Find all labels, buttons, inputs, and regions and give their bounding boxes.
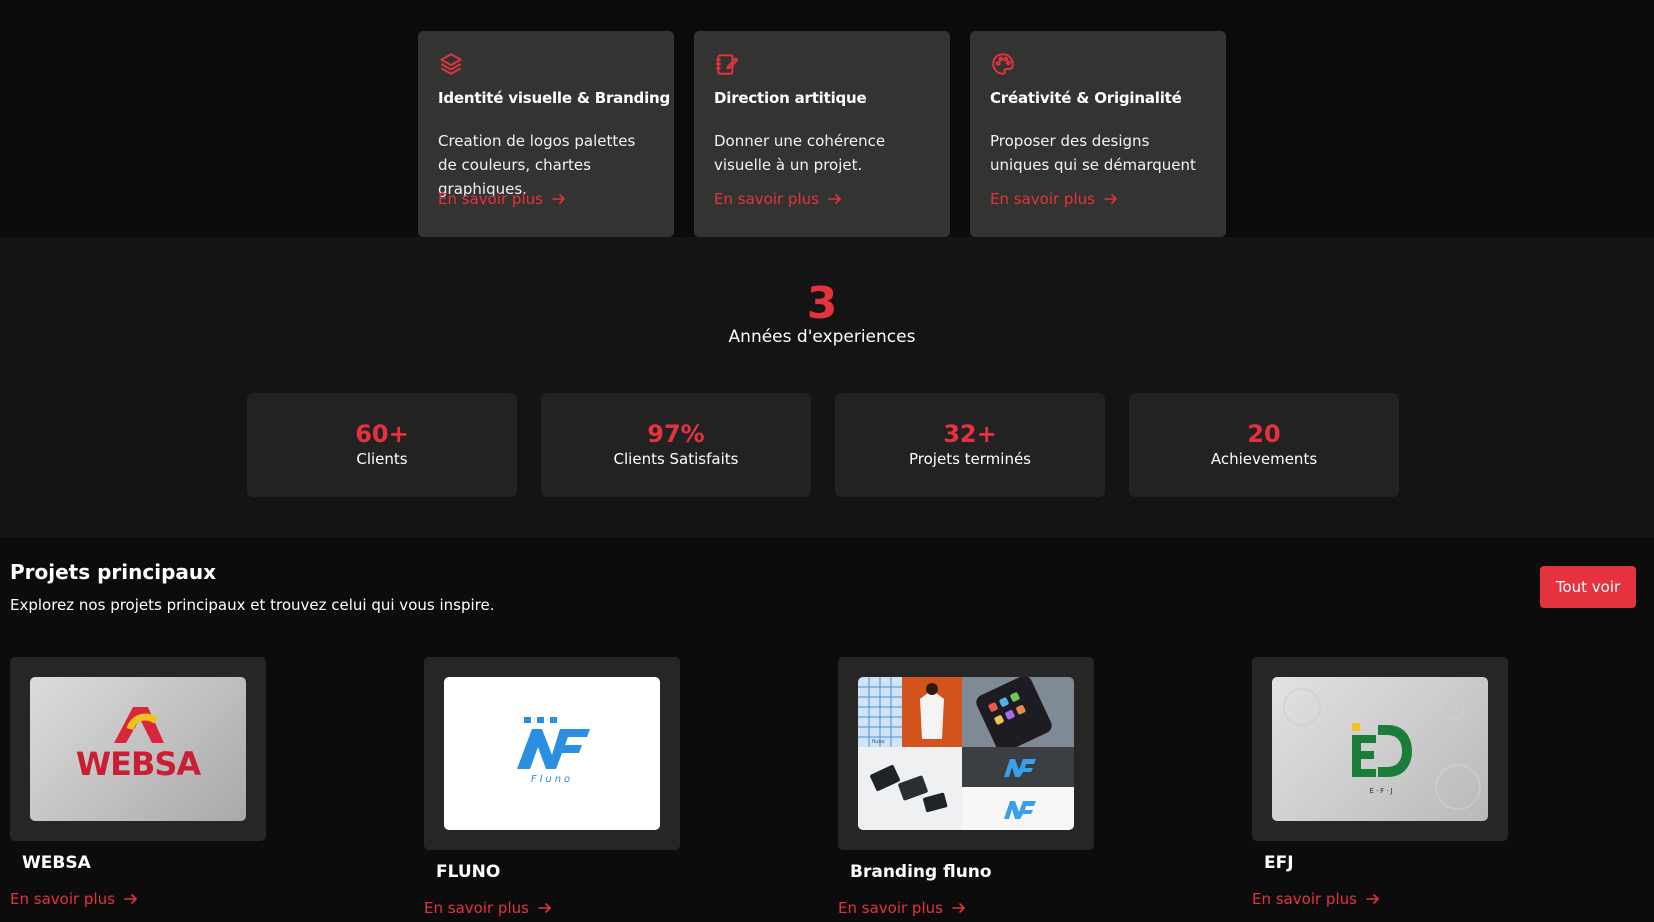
service-title: Direction artitique	[714, 89, 867, 107]
stat-value: 32+	[943, 420, 997, 448]
arrow-right-icon	[1366, 894, 1380, 904]
experience-label: Années d'experiences	[728, 327, 916, 347]
arrow-right-icon	[552, 194, 566, 204]
svg-text:fluno: fluno	[872, 739, 885, 745]
fluno-logo-icon: Fluno	[517, 717, 590, 785]
learn-more-label: En savoir plus	[10, 890, 115, 908]
stat-label: Projets terminés	[909, 450, 1031, 468]
svg-text:Fluno: Fluno	[531, 774, 573, 785]
svg-text:E·F·J: E·F·J	[1370, 787, 1395, 795]
service-card-creativity: Créativité & Originalité Proposer des de…	[970, 31, 1226, 237]
projects-title: Projets principaux	[10, 560, 217, 584]
service-card-branding: Identité visuelle & Branding Creation de…	[418, 31, 674, 237]
edit-note-icon	[715, 54, 739, 75]
learn-more-link[interactable]: En savoir plus	[714, 190, 843, 208]
branding-collage-image: fluno	[858, 677, 1074, 830]
learn-more-label: En savoir plus	[714, 190, 819, 208]
arrow-right-icon	[538, 903, 552, 913]
efj-logo-icon: E·F·J	[1283, 688, 1481, 810]
project-card-efj[interactable]: E·F·J EFJ En savoir plus	[1252, 657, 1508, 908]
service-description: Donner une cohérence visuelle à un proje…	[714, 132, 886, 174]
svg-text:WEBSA: WEBSA	[76, 745, 202, 783]
project-card-fluno[interactable]: Fluno FLUNO En savoir plus	[424, 657, 680, 917]
project-name: FLUNO	[436, 862, 501, 882]
stat-value: 97%	[647, 420, 705, 448]
project-image: Fluno	[444, 677, 660, 830]
arrow-right-icon	[1104, 194, 1118, 204]
learn-more-link[interactable]: En savoir plus	[424, 899, 553, 917]
learn-more-label: En savoir plus	[424, 899, 529, 917]
learn-more-link[interactable]: En savoir plus	[438, 190, 567, 208]
experience-years: 3	[806, 278, 838, 329]
project-card-branding-fluno[interactable]: fluno Branding fluno En savoir plus	[838, 657, 1094, 917]
learn-more-label: En savoir plus	[838, 899, 943, 917]
project-name: WEBSA	[22, 853, 91, 873]
arrow-right-icon	[952, 903, 966, 913]
learn-more-link[interactable]: En savoir plus	[838, 899, 967, 917]
see-all-button[interactable]: Tout voir	[1540, 566, 1636, 608]
project-thumbnail-frame: WEBSA	[10, 657, 266, 841]
stat-card-clients: 60+ Clients	[247, 393, 517, 497]
stat-value: 20	[1247, 420, 1281, 448]
project-thumbnail-frame: E·F·J	[1252, 657, 1508, 841]
project-image: fluno	[858, 677, 1074, 830]
stat-card-projects: 32+ Projets terminés	[835, 393, 1105, 497]
palette-icon	[992, 53, 1014, 75]
project-thumbnail-frame: fluno	[838, 657, 1094, 850]
learn-more-label: En savoir plus	[990, 190, 1095, 208]
learn-more-link[interactable]: En savoir plus	[1252, 890, 1381, 908]
stat-card-satisfaction: 97% Clients Satisfaits	[541, 393, 811, 497]
arrow-right-icon	[124, 894, 138, 904]
project-image: E·F·J	[1272, 677, 1488, 821]
learn-more-link[interactable]: En savoir plus	[990, 190, 1119, 208]
projects-subtitle: Explorez nos projets principaux et trouv…	[10, 596, 495, 614]
stat-label: Clients Satisfaits	[613, 450, 739, 468]
project-name: EFJ	[1264, 853, 1294, 873]
learn-more-label: En savoir plus	[1252, 890, 1357, 908]
service-description: Proposer des designs uniques qui se déma…	[990, 132, 1196, 174]
stat-value: 60+	[355, 420, 409, 448]
project-image: WEBSA	[30, 677, 246, 821]
service-card-direction: Direction artitique Donner une cohérence…	[694, 31, 950, 237]
service-title: Créativité & Originalité	[990, 89, 1182, 107]
websa-logo-icon: WEBSA	[76, 707, 202, 783]
service-title: Identité visuelle & Branding	[438, 89, 671, 107]
arrow-right-icon	[828, 194, 842, 204]
layers-icon	[440, 53, 462, 75]
project-thumbnail-frame: Fluno	[424, 657, 680, 850]
learn-more-label: En savoir plus	[438, 190, 543, 208]
learn-more-link[interactable]: En savoir plus	[10, 890, 139, 908]
stat-card-achievements: 20 Achievements	[1129, 393, 1399, 497]
project-card-websa[interactable]: WEBSA WEBSA En savoir plus	[10, 657, 266, 908]
stat-label: Achievements	[1210, 450, 1318, 468]
service-description: Creation de logos palettes de couleurs, …	[438, 132, 636, 198]
stat-label: Clients	[356, 450, 408, 468]
project-name: Branding fluno	[850, 862, 992, 882]
